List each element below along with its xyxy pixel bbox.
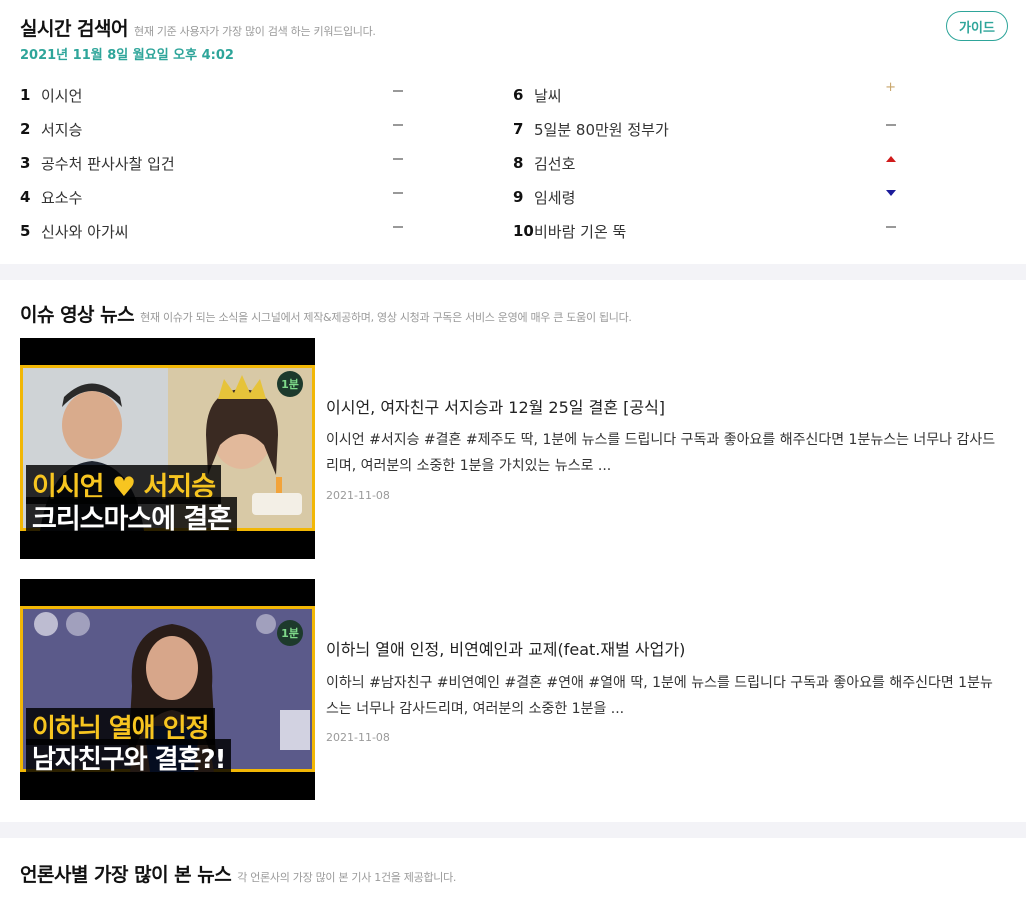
trend-same-icon [886, 214, 896, 240]
trending-title: 실시간 검색어 [20, 18, 129, 40]
keyword-text[interactable]: 서지승 [41, 119, 82, 140]
trend-same-icon [393, 146, 403, 172]
video-title[interactable]: 이시언, 여자친구 서지승과 12월 25일 결혼 [공식] [326, 394, 665, 418]
video-news-description: 현재 이슈가 되는 소식을 시그널에서 제작&제공하며, 영상 시청과 구독은 … [140, 311, 632, 324]
video-news-title: 이슈 영상 뉴스 [20, 304, 135, 326]
trending-timestamp: 2021년 11월 8일 월요일 오후 4:02 [20, 48, 234, 63]
trending-header: 실시간 검색어 현재 기준 사용자가 가장 많이 검색 하는 키워드입니다. [20, 14, 376, 41]
video-news-header: 이슈 영상 뉴스 현재 이슈가 되는 소식을 시그널에서 제작&제공하며, 영상… [20, 300, 632, 327]
keyword-text[interactable]: 비바람 기온 뚝 [534, 221, 626, 242]
trend-up-icon [886, 146, 896, 172]
keyword-rank: 8 [513, 154, 524, 172]
keyword-text[interactable]: 김선호 [534, 153, 575, 174]
keyword-item[interactable]: 5 신사와 아가씨 [20, 214, 410, 248]
keyword-rank: 1 [20, 86, 31, 104]
video-description: 이시언 #서지승 #결혼 #제주도 딱, 1분에 뉴스를 드립니다 구독과 좋아… [326, 432, 996, 474]
keyword-text[interactable]: 공수처 판사사찰 입건 [41, 153, 175, 174]
trend-same-icon [886, 112, 896, 138]
keyword-item[interactable]: 8 김선호 [513, 146, 903, 180]
keyword-item[interactable]: 3 공수처 판사사찰 입건 [20, 146, 410, 180]
keyword-rank: 2 [20, 120, 31, 138]
keyword-item[interactable]: 7 5일분 80만원 정부가 [513, 112, 903, 146]
video-title[interactable]: 이하늬 열애 인정, 비연예인과 교제(feat.재벌 사업가) [326, 636, 685, 660]
trend-same-icon [393, 180, 403, 206]
trending-section: 실시간 검색어 현재 기준 사용자가 가장 많이 검색 하는 키워드입니다. 2… [0, 0, 1026, 264]
video-thumbnail[interactable]: 1분 이하늬 열애 인정 남자친구와 결혼?! [20, 579, 315, 800]
trend-same-icon [393, 214, 403, 240]
press-news-description: 각 언론사의 가장 많이 본 기사 1건을 제공합니다. [237, 871, 457, 884]
one-minute-badge: 1분 [277, 371, 303, 397]
video-news-item[interactable]: 1분 이시언 ♥ 서지승 크리스마스에 결혼 이시언, 여자친구 서지승과 12… [20, 338, 1010, 559]
keyword-rank: 7 [513, 120, 524, 138]
trend-same-icon [393, 112, 403, 138]
keyword-rank: 9 [513, 188, 524, 206]
thumbnail-caption-line2: 크리스마스에 결혼 [26, 497, 238, 536]
keyword-text[interactable]: 요소수 [41, 187, 82, 208]
keyword-text[interactable]: 이시언 [41, 85, 82, 106]
keyword-text[interactable]: 신사와 아가씨 [41, 221, 129, 242]
keyword-text[interactable]: 날씨 [534, 85, 562, 106]
keyword-rank: 5 [20, 222, 31, 240]
trend-same-icon [393, 78, 403, 104]
video-date: 2021-11-08 [326, 731, 390, 744]
keyword-list-right: 6 날씨 + 7 5일분 80만원 정부가 8 김선호 9 임세령 10 비바람… [513, 78, 903, 248]
video-news-item[interactable]: 1분 이하늬 열애 인정 남자친구와 결혼?! 이하늬 열애 인정, 비연예인과… [20, 579, 1010, 800]
keyword-text[interactable]: 임세령 [534, 187, 575, 208]
keyword-rank: 4 [20, 188, 31, 206]
keyword-item[interactable]: 10 비바람 기온 뚝 [513, 214, 903, 248]
keyword-rank: 10 [513, 222, 534, 240]
trending-description: 현재 기준 사용자가 가장 많이 검색 하는 키워드입니다. [134, 25, 376, 38]
thumbnail-caption-line2: 남자친구와 결혼?! [26, 739, 232, 776]
keyword-item[interactable]: 9 임세령 [513, 180, 903, 214]
press-news-header: 언론사별 가장 많이 본 뉴스 각 언론사의 가장 많이 본 기사 1건을 제공… [20, 860, 456, 887]
video-description: 이하늬 #남자친구 #비연예인 #결혼 #연애 #열애 딱, 1분에 뉴스를 드… [326, 675, 993, 717]
trend-new-icon: + [885, 79, 896, 95]
keyword-rank: 3 [20, 154, 31, 172]
keyword-item[interactable]: 6 날씨 + [513, 78, 903, 112]
keyword-text[interactable]: 5일분 80만원 정부가 [534, 119, 669, 140]
keyword-item[interactable]: 1 이시언 [20, 78, 410, 112]
keyword-item[interactable]: 4 요소수 [20, 180, 410, 214]
press-news-section: 언론사별 가장 많이 본 뉴스 각 언론사의 가장 많이 본 기사 1건을 제공… [0, 838, 1026, 898]
keyword-list-left: 1 이시언 2 서지승 3 공수처 판사사찰 입건 4 요소수 5 신사와 아가… [20, 78, 410, 248]
press-news-title: 언론사별 가장 많이 본 뉴스 [20, 864, 232, 886]
video-thumbnail[interactable]: 1분 이시언 ♥ 서지승 크리스마스에 결혼 [20, 338, 315, 559]
one-minute-badge: 1분 [277, 620, 303, 646]
trend-down-icon [886, 180, 896, 206]
video-news-section: 이슈 영상 뉴스 현재 이슈가 되는 소식을 시그널에서 제작&제공하며, 영상… [0, 280, 1026, 822]
keyword-item[interactable]: 2 서지승 [20, 112, 410, 146]
video-date: 2021-11-08 [326, 489, 390, 502]
keyword-rank: 6 [513, 86, 524, 104]
guide-button[interactable]: 가이드 [946, 11, 1008, 41]
